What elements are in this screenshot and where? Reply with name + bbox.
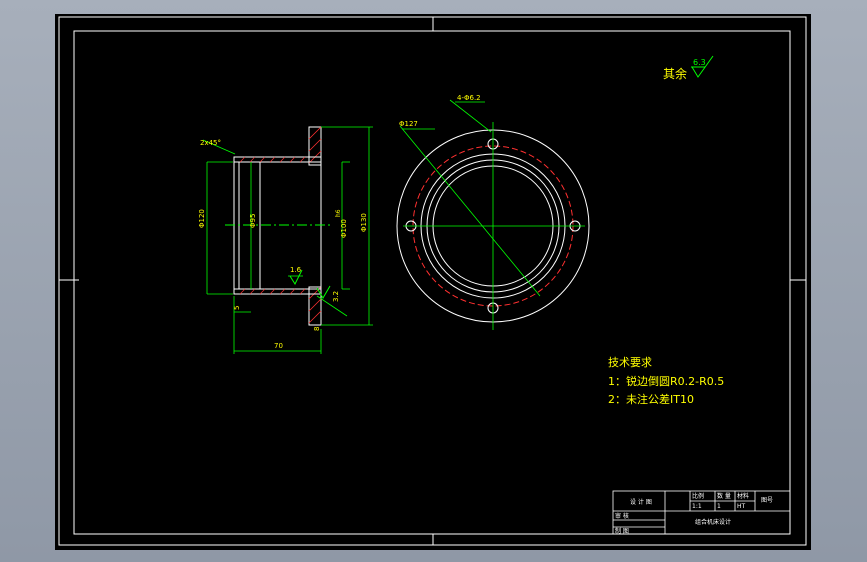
tech-req-item: 2：未注公差IT10 <box>608 392 694 406</box>
drawing-canvas: 其余 6.3 2x45° Φ120 Φ95 Φ100 h6 Φ130 70 8 … <box>58 16 807 546</box>
tech-req-title: 技术要求 <box>608 356 652 369</box>
dim-d-shaft: Φ100 <box>340 219 348 238</box>
tb-design: 设 计 图 <box>630 498 652 506</box>
dim-holes: 4-Φ6.2 <box>457 94 481 102</box>
tb-qty: 1 <box>717 503 721 510</box>
inner-border <box>73 30 791 535</box>
dim-length: 70 <box>274 342 283 350</box>
dim-d-bore: Φ95 <box>249 214 257 228</box>
dim-d-outer-flange: Φ120 <box>198 209 206 228</box>
tb-material: HT <box>737 503 746 510</box>
dim-ra-face: 3.2 <box>332 291 340 302</box>
tech-requirements: 技术要求 1：锐边倒圆R0.2-R0.5 2：未注公差IT10 <box>608 356 724 406</box>
drawing-sheet[interactable]: 其余 6.3 2x45° Φ120 Φ95 Φ100 h6 Φ130 70 8 … <box>55 14 811 550</box>
dim-wall: 5 <box>233 306 241 310</box>
chamfer-note: 2x45° <box>200 139 221 147</box>
tb-dwg-no: 图号 <box>761 497 773 504</box>
tb-review: 审 核 <box>615 512 629 520</box>
tb-qty-label: 数 量 <box>717 492 731 500</box>
section-view: 2x45° Φ120 Φ95 Φ100 h6 Φ130 70 8 5 1.6 3… <box>198 126 373 354</box>
tech-req-item: 1：锐边倒圆R0.2-R0.5 <box>608 374 724 388</box>
dim-d-flange: Φ130 <box>360 213 368 232</box>
dim-ra-inner: 1.6 <box>290 266 302 274</box>
front-view: Φ127 4-Φ6.2 <box>396 94 590 330</box>
cad-viewport[interactable]: 其余 6.3 2x45° Φ120 Φ95 Φ100 h6 Φ130 70 8 … <box>0 0 867 562</box>
roughness-value: 6.3 <box>693 58 706 67</box>
outer-border <box>58 16 807 546</box>
dim-flange-thk: 8 <box>313 327 321 331</box>
tb-material-label: 材料 <box>737 492 749 500</box>
dim-bolt-circle: Φ127 <box>399 120 418 128</box>
roughness-label: 其余 <box>663 66 687 81</box>
tb-name: 组合机床设计 <box>695 518 731 526</box>
tb-draw: 制 图 <box>615 527 629 535</box>
tb-scale-label: 比例 <box>692 492 704 500</box>
centering-marks <box>59 17 806 545</box>
dim-fit: h6 <box>335 209 342 217</box>
tb-scale: 1:1 <box>692 503 702 510</box>
